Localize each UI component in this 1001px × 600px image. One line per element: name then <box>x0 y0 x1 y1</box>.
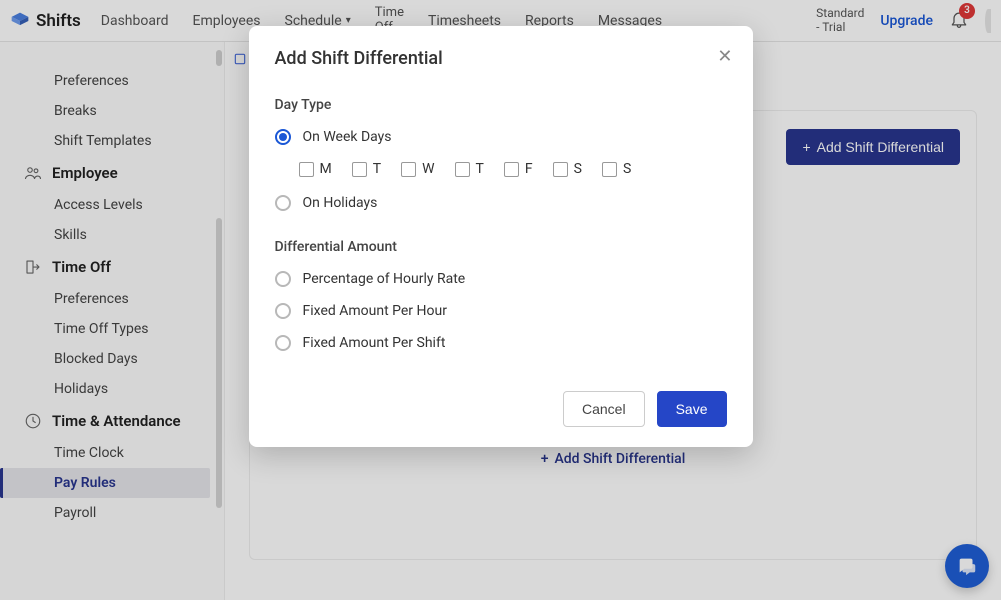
radio-weekdays[interactable]: On Week Days <box>275 129 727 145</box>
radio-icon <box>275 271 291 287</box>
day-check-sun[interactable]: S <box>602 161 631 177</box>
cancel-button[interactable]: Cancel <box>563 391 645 427</box>
radio-icon <box>275 303 291 319</box>
radio-icon <box>275 129 291 145</box>
diff-amount-label: Differential Amount <box>275 239 727 255</box>
checkbox-icon <box>352 162 367 177</box>
add-shift-differential-modal: Add Shift Differential ✕ Day Type On Wee… <box>249 26 753 447</box>
radio-holidays[interactable]: On Holidays <box>275 195 727 211</box>
day-check-mon[interactable]: M <box>299 161 332 177</box>
modal-overlay[interactable]: Add Shift Differential ✕ Day Type On Wee… <box>0 0 1001 600</box>
checkbox-icon <box>504 162 519 177</box>
radio-icon <box>275 335 291 351</box>
modal-title: Add Shift Differential <box>275 48 727 69</box>
radio-icon <box>275 195 291 211</box>
day-check-thu[interactable]: T <box>455 161 484 177</box>
checkbox-icon <box>553 162 568 177</box>
close-icon[interactable]: ✕ <box>717 46 732 67</box>
radio-fixed-shift[interactable]: Fixed Amount Per Shift <box>275 335 727 351</box>
modal-actions: Cancel Save <box>275 391 727 427</box>
checkbox-icon <box>299 162 314 177</box>
checkbox-icon <box>602 162 617 177</box>
day-type-label: Day Type <box>275 97 727 113</box>
weekdays-row: M T W T F S S <box>299 161 727 177</box>
checkbox-icon <box>455 162 470 177</box>
save-button[interactable]: Save <box>657 391 727 427</box>
day-check-tue[interactable]: T <box>352 161 381 177</box>
radio-fixed-hour[interactable]: Fixed Amount Per Hour <box>275 303 727 319</box>
day-check-sat[interactable]: S <box>553 161 582 177</box>
day-check-wed[interactable]: W <box>401 161 434 177</box>
radio-percentage[interactable]: Percentage of Hourly Rate <box>275 271 727 287</box>
checkbox-icon <box>401 162 416 177</box>
day-check-fri[interactable]: F <box>504 161 533 177</box>
